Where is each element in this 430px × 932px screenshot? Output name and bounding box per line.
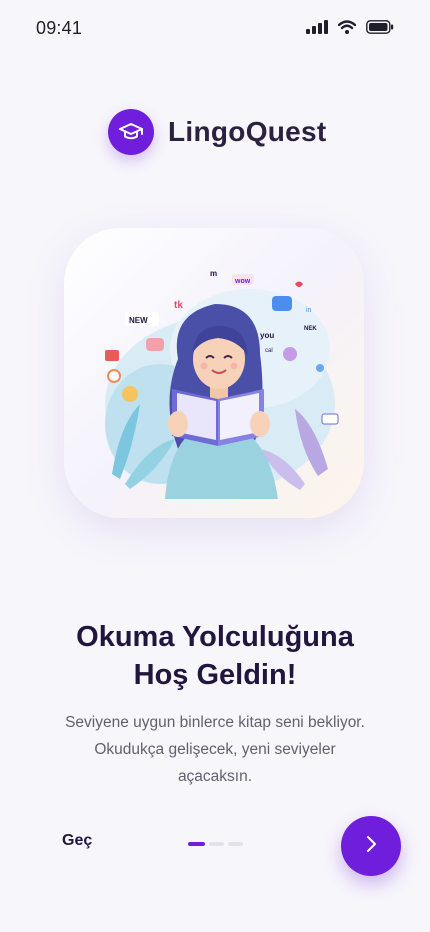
brand-name: LingoQuest [168,116,327,147]
page-dot [209,842,224,846]
page-dot-active [188,842,205,846]
onboarding-title: Okuma Yolculuğuna Hoş Geldin! [0,618,430,694]
status-icons [306,20,394,39]
skip-button[interactable]: Geç [62,832,92,850]
bubble-word: m [210,269,217,278]
graduation-cap-icon [108,109,154,155]
bubble-word: NEK [304,326,317,332]
bubble-word: NEW [129,316,148,325]
onboarding-title-line: Okuma Yolculuğuna [76,621,354,653]
brand-header: LingoQuest [108,109,327,155]
next-button[interactable] [341,816,401,876]
signal-icon [306,20,328,39]
onboarding-description-line: Seviyene uygun binlerce kitap seni bekli… [65,714,365,731]
battery-icon [366,20,394,39]
status-time: 09:41 [36,18,83,38]
bubble-word: cal [265,348,273,354]
wifi-icon [337,20,357,39]
woman-reading-book-illustration: NEW tk m wow in you NEK cal [100,254,340,499]
page-dot [228,842,243,846]
bubble-word: tk [174,300,183,311]
onboarding-description-line: Okudukça gelişecek, yeni seviyeler [94,741,336,758]
chevron-right-icon [361,834,381,859]
onboarding-description-line: açacaksın. [177,768,253,785]
bubble-word: wow [234,278,251,285]
onboarding-description: Seviyene uygun binlerce kitap seni bekli… [40,709,390,790]
bubble-word: in [306,307,312,314]
bubble-word: you [260,331,274,340]
status-bar: 09:41 [0,0,430,60]
onboarding-title-line: Hoş Geldin! [133,659,297,691]
page-indicator [188,842,243,846]
